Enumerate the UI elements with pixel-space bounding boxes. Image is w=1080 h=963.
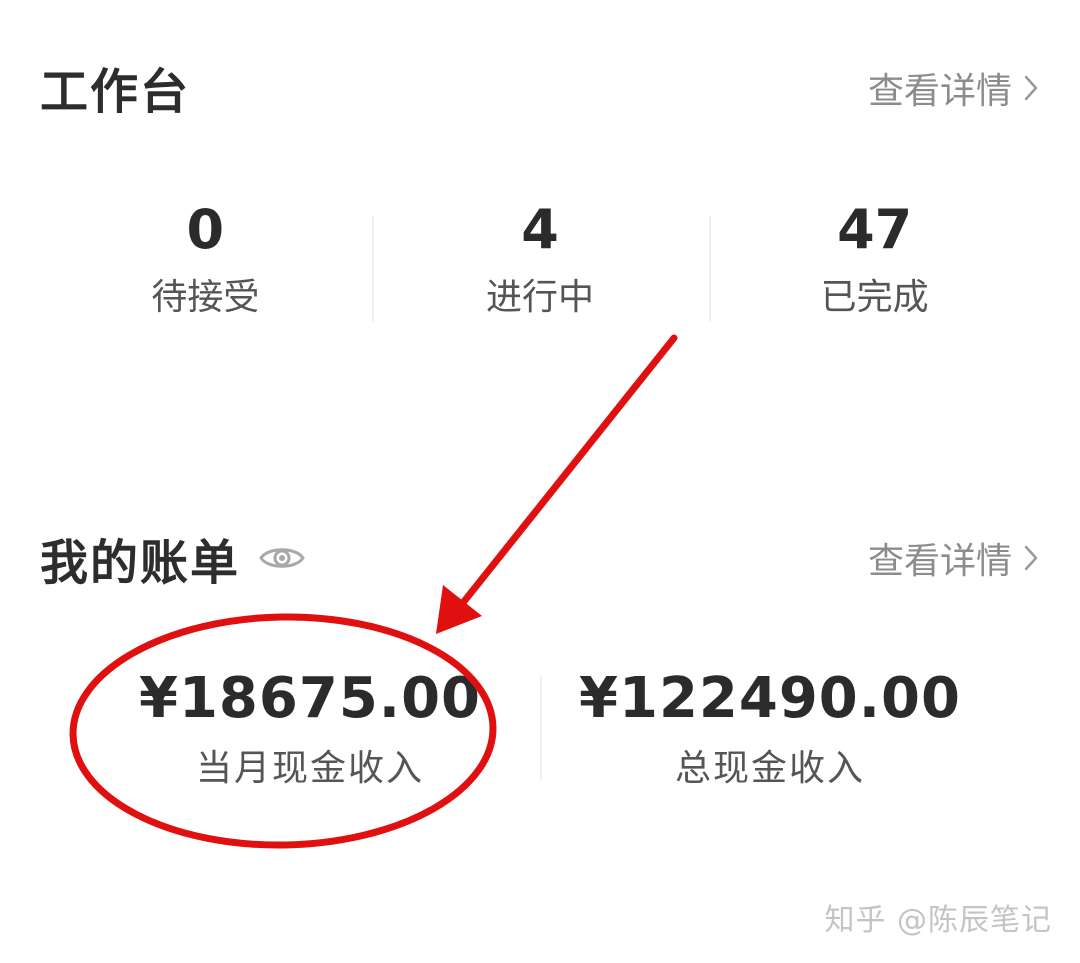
bill-title-text: 我的账单 bbox=[40, 535, 241, 591]
stat-completed[interactable]: 47 已完成 bbox=[707, 198, 1042, 338]
stat-divider bbox=[372, 216, 374, 322]
workbench-detail-link[interactable]: 查看详情 bbox=[868, 62, 1040, 114]
bill-total-income-label: 总现金收入 bbox=[674, 748, 865, 789]
stat-divider bbox=[709, 216, 711, 322]
bill-detail-label: 查看详情 bbox=[867, 541, 1012, 582]
bill-month-income-label: 当月现金收入 bbox=[195, 748, 424, 789]
stat-in-progress[interactable]: 4 进行中 bbox=[373, 198, 708, 338]
stat-pending[interactable]: 0 待接受 bbox=[38, 198, 373, 338]
stat-pending-value: 0 bbox=[186, 198, 225, 261]
bill-total-income[interactable]: ¥122490.00 总现金收入 bbox=[540, 664, 1000, 792]
bill-month-income-value: ¥18675.00 bbox=[139, 666, 481, 731]
stat-completed-label: 已完成 bbox=[820, 277, 929, 318]
bill-title: 我的账单 bbox=[40, 523, 306, 593]
annotation-arrow-line bbox=[458, 334, 678, 608]
bill-total-income-value: ¥122490.00 bbox=[579, 666, 961, 731]
bill-detail-link[interactable]: 查看详情 bbox=[868, 532, 1040, 584]
annotation-overlay bbox=[69, 334, 678, 849]
eye-icon[interactable] bbox=[258, 543, 306, 573]
workbench-title: 工作台 bbox=[40, 64, 191, 120]
stat-in-progress-label: 进行中 bbox=[486, 277, 595, 318]
task-stats: 0 待接受 4 进行中 47 已完成 bbox=[38, 198, 1042, 338]
bill-month-income[interactable]: ¥18675.00 当月现金收入 bbox=[80, 664, 540, 792]
stat-completed-value: 47 bbox=[837, 198, 913, 261]
stat-in-progress-value: 4 bbox=[521, 198, 559, 261]
stat-pending-label: 待接受 bbox=[151, 277, 260, 318]
annotation-arrow-head bbox=[436, 585, 482, 634]
chevron-right-icon bbox=[1024, 75, 1038, 101]
bill-divider bbox=[540, 676, 542, 780]
chevron-right-icon bbox=[1024, 545, 1038, 571]
watermark: 知乎 @陈辰笔记 bbox=[824, 903, 1052, 938]
workbench-detail-label: 查看详情 bbox=[867, 71, 1012, 112]
